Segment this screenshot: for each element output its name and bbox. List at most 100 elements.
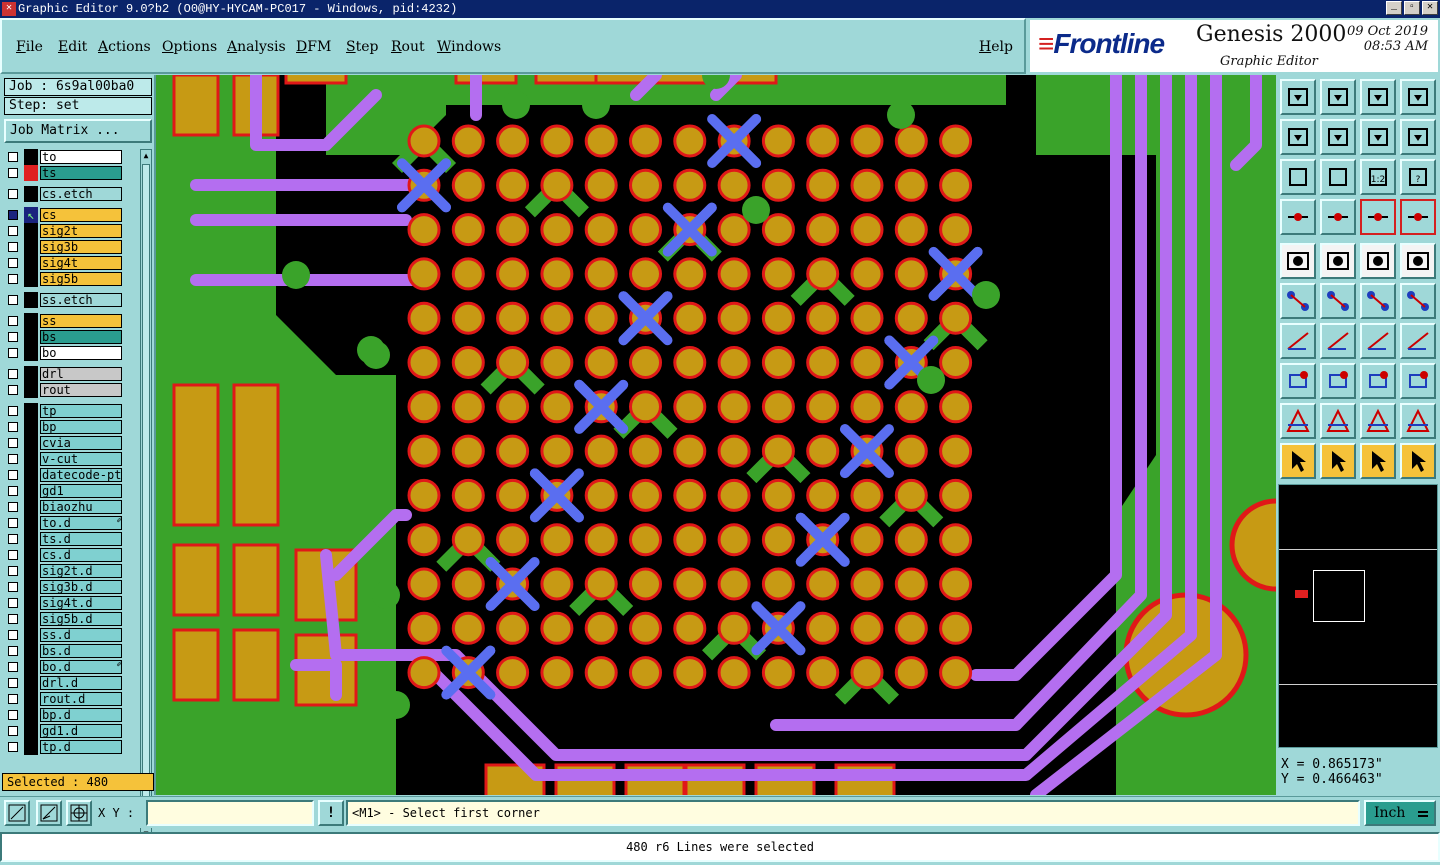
layer-checkbox[interactable]	[8, 598, 18, 608]
layer-row-bp-d[interactable]: bp.d	[4, 707, 140, 723]
layer-row-ss-d[interactable]: ss.d	[4, 627, 140, 643]
home-tool[interactable]	[1360, 79, 1396, 115]
layer-name[interactable]: bp	[40, 420, 122, 434]
layer-name[interactable]: rout	[40, 383, 122, 397]
graphic-canvas[interactable]	[156, 75, 1276, 795]
layer-indicator[interactable]	[24, 515, 38, 531]
layer-name[interactable]: datecode-pte	[40, 468, 122, 482]
minimize-button[interactable]: _	[1386, 1, 1402, 15]
layer-checkbox[interactable]	[8, 316, 18, 326]
cross-tool[interactable]	[1320, 283, 1356, 319]
layer-row-sig2t-d[interactable]: sig2t.d	[4, 563, 140, 579]
layer-indicator[interactable]	[24, 675, 38, 691]
layer-name[interactable]: v-cut	[40, 452, 122, 466]
center-tool[interactable]	[1320, 159, 1356, 195]
layer-indicator[interactable]	[24, 223, 38, 239]
overview-window[interactable]	[1295, 590, 1308, 598]
zoom-in-button[interactable]	[4, 800, 30, 826]
layer-name[interactable]: gd1	[40, 484, 122, 498]
layer-checkbox[interactable]	[8, 742, 18, 752]
layer-row-sig3b[interactable]: sig3b	[4, 239, 140, 255]
layer-indicator[interactable]	[24, 382, 38, 398]
layer-checkbox[interactable]	[8, 502, 18, 512]
layer-name[interactable]: ts	[40, 166, 122, 180]
layer-name[interactable]: ts.d	[40, 532, 122, 546]
layer-row-cs-etch[interactable]: cs.etch	[4, 186, 140, 202]
layer-indicator[interactable]	[24, 345, 38, 361]
menu-windows[interactable]: Windows	[437, 39, 501, 55]
layer-checkbox[interactable]	[8, 274, 18, 284]
line-add-tool[interactable]	[1360, 283, 1396, 319]
layer-checkbox[interactable]	[8, 406, 18, 416]
step-tool[interactable]	[1360, 119, 1396, 155]
layer-scrollbar[interactable]: ▲ ▼	[140, 149, 152, 841]
layer-checkbox[interactable]	[8, 189, 18, 199]
menu-rout[interactable]: Rout	[391, 39, 425, 55]
menu-edit[interactable]: Edit	[58, 39, 87, 55]
layer-indicator[interactable]	[24, 451, 38, 467]
window-tool[interactable]	[1400, 79, 1436, 115]
layer-indicator[interactable]	[24, 239, 38, 255]
layer-indicator[interactable]	[24, 165, 38, 181]
triangle-b-tool[interactable]	[1360, 403, 1396, 439]
layer-name[interactable]: bs	[40, 330, 122, 344]
layer-checkbox[interactable]	[8, 152, 18, 162]
pan-right-tool[interactable]	[1320, 119, 1356, 155]
layer-indicator[interactable]	[24, 595, 38, 611]
layer-checkbox[interactable]	[8, 662, 18, 672]
layer-indicator[interactable]	[24, 531, 38, 547]
layer-name[interactable]: sig3b.d	[40, 580, 122, 594]
layer-indicator[interactable]	[24, 483, 38, 499]
layer-checkbox[interactable]	[8, 168, 18, 178]
layer-indicator[interactable]	[24, 579, 38, 595]
layer-indicator[interactable]	[24, 691, 38, 707]
layer-checkbox[interactable]	[8, 646, 18, 656]
layer-row-sig4t-d[interactable]: sig4t.d	[4, 595, 140, 611]
layer-checkbox[interactable]	[8, 470, 18, 480]
select-box2-tool[interactable]	[1360, 443, 1396, 479]
layer-row-ss[interactable]: ss	[4, 313, 140, 329]
pad-tool[interactable]	[1400, 243, 1436, 279]
layer-indicator[interactable]	[24, 467, 38, 483]
layer-checkbox[interactable]	[8, 614, 18, 624]
select-box-tool[interactable]	[1320, 443, 1356, 479]
layer-indicator[interactable]	[24, 419, 38, 435]
layer-checkbox[interactable]	[8, 369, 18, 379]
move-tool[interactable]	[1280, 363, 1316, 399]
layer-checkbox[interactable]	[8, 348, 18, 358]
layer-name[interactable]: bo	[40, 346, 122, 360]
layer-row-gd1[interactable]: gd1	[4, 483, 140, 499]
layer-checkbox[interactable]	[8, 486, 18, 496]
layer-indicator[interactable]	[24, 149, 38, 165]
layer-indicator[interactable]	[24, 563, 38, 579]
layer-indicator[interactable]	[24, 611, 38, 627]
layer-checkbox[interactable]	[8, 295, 18, 305]
layer-row-bo[interactable]: bo	[4, 345, 140, 361]
layer-row-sig3b-d[interactable]: sig3b.d	[4, 579, 140, 595]
layer-row-to-d[interactable]: to.d ✐	[4, 515, 140, 531]
zoom-fit-tool[interactable]	[1320, 79, 1356, 115]
connect-tool[interactable]	[1280, 283, 1316, 319]
layer-checkbox[interactable]	[8, 226, 18, 236]
resize-tool[interactable]	[1360, 363, 1396, 399]
layer-row-bp[interactable]: bp	[4, 419, 140, 435]
layer-row-to[interactable]: to	[4, 149, 140, 165]
scale-1-2-tool[interactable]: 1:2	[1360, 159, 1396, 195]
layer-name[interactable]: rout.d	[40, 692, 122, 706]
units-select[interactable]: Inch	[1364, 800, 1436, 826]
ruler-tool[interactable]	[1360, 243, 1396, 279]
layer-checkbox[interactable]	[8, 242, 18, 252]
layer-indicator[interactable]	[24, 707, 38, 723]
layer-row-bo-d[interactable]: bo.d ✐	[4, 659, 140, 675]
layer-name[interactable]: sig2t	[40, 224, 122, 238]
redraw-tool[interactable]	[1400, 119, 1436, 155]
layer-indicator[interactable]	[24, 643, 38, 659]
xy-input[interactable]	[146, 800, 314, 826]
triangle-c-tool[interactable]	[1400, 403, 1436, 439]
layer-indicator[interactable]	[24, 255, 38, 271]
menu-analysis[interactable]: Analysis	[227, 39, 286, 55]
pcb-view[interactable]	[156, 75, 1276, 795]
layer-checkbox[interactable]	[8, 630, 18, 640]
layer-indicator[interactable]	[24, 329, 38, 345]
layer-name[interactable]: to.d	[40, 516, 122, 530]
